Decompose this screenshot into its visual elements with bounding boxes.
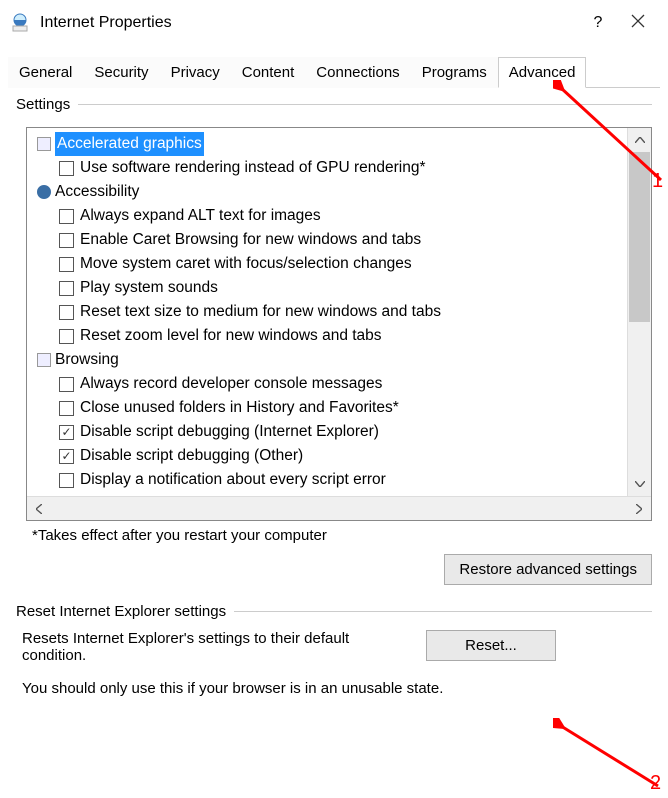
category-icon xyxy=(37,185,51,199)
checkbox[interactable] xyxy=(59,329,74,344)
reset-description: Resets Internet Explorer's settings to t… xyxy=(22,630,412,664)
restore-advanced-button[interactable]: Restore advanced settings xyxy=(444,554,652,585)
checkbox[interactable] xyxy=(59,209,74,224)
category-icon xyxy=(37,353,51,367)
tree-item-label: Always record developer console messages xyxy=(80,372,382,396)
category-label: Accelerated graphics xyxy=(55,132,204,156)
scroll-down-icon[interactable] xyxy=(628,472,652,496)
tab-content[interactable]: Content xyxy=(231,57,306,88)
tree-item[interactable]: Play system sounds xyxy=(33,276,627,300)
tree-item[interactable]: Use software rendering instead of GPU re… xyxy=(33,156,627,180)
tree-item[interactable]: Move system caret with focus/selection c… xyxy=(33,252,627,276)
scroll-right-icon[interactable] xyxy=(627,497,651,521)
tree-item-label: Always expand ALT text for images xyxy=(80,204,321,228)
checkbox[interactable] xyxy=(59,281,74,296)
reset-group: Reset Internet Explorer settings Resets … xyxy=(16,603,652,697)
tree-item[interactable]: Reset zoom level for new windows and tab… xyxy=(33,324,627,348)
annotation-number-2: 2 xyxy=(650,772,661,795)
divider xyxy=(78,104,652,105)
tree-item[interactable]: Close unused folders in History and Favo… xyxy=(33,396,627,420)
tree-item-label: Disable script debugging (Other) xyxy=(80,444,303,468)
tab-privacy[interactable]: Privacy xyxy=(160,57,231,88)
scroll-track[interactable] xyxy=(628,152,651,472)
checkbox[interactable] xyxy=(59,257,74,272)
tab-advanced[interactable]: Advanced xyxy=(498,57,587,88)
tree-item-label: Reset zoom level for new windows and tab… xyxy=(80,324,382,348)
reset-button[interactable]: Reset... xyxy=(426,630,556,661)
tree-item-label: Enable Caret Browsing for new windows an… xyxy=(80,228,421,252)
checkbox[interactable] xyxy=(59,473,74,488)
category-label: Accessibility xyxy=(55,180,139,204)
settings-tree-content[interactable]: Accelerated graphics Use software render… xyxy=(27,128,627,496)
tab-connections[interactable]: Connections xyxy=(305,57,410,88)
help-button[interactable]: ? xyxy=(578,14,618,32)
tree-item-label: Close unused folders in History and Favo… xyxy=(80,396,399,420)
tree-item[interactable]: Reset text size to medium for new window… xyxy=(33,300,627,324)
checkbox[interactable] xyxy=(59,425,74,440)
settings-group: Settings Accelerated graphics Use softwa… xyxy=(16,96,652,585)
tree-item-label: Disable script debugging (Internet Explo… xyxy=(80,420,379,444)
tree-item-label: Reset text size to medium for new window… xyxy=(80,300,441,324)
horizontal-scrollbar[interactable] xyxy=(27,496,651,520)
scroll-thumb[interactable] xyxy=(629,152,650,322)
tab-security[interactable]: Security xyxy=(83,57,159,88)
checkbox[interactable] xyxy=(59,401,74,416)
checkbox[interactable] xyxy=(59,449,74,464)
tab-programs[interactable]: Programs xyxy=(411,57,498,88)
tree-item[interactable]: Disable script debugging (Internet Explo… xyxy=(33,420,627,444)
tab-strip: General Security Privacy Content Connect… xyxy=(8,56,660,88)
tree-category[interactable]: Accessibility xyxy=(33,180,627,204)
settings-label: Settings xyxy=(16,96,70,113)
tree-item[interactable]: Disable script debugging (Other) xyxy=(33,444,627,468)
app-icon xyxy=(10,13,30,33)
close-button[interactable] xyxy=(618,14,658,33)
category-icon xyxy=(37,137,51,151)
tree-category[interactable]: Accelerated graphics xyxy=(33,132,627,156)
window-title: Internet Properties xyxy=(40,14,578,32)
tree-item-label: Play system sounds xyxy=(80,276,218,300)
tree-category[interactable]: Browsing xyxy=(33,348,627,372)
tree-item-label: Move system caret with focus/selection c… xyxy=(80,252,412,276)
category-label: Browsing xyxy=(55,348,119,372)
checkbox[interactable] xyxy=(59,233,74,248)
scroll-up-icon[interactable] xyxy=(628,128,652,152)
tree-item-label: Display a notification about every scrip… xyxy=(80,468,386,492)
reset-group-label: Reset Internet Explorer settings xyxy=(16,603,226,620)
tree-item[interactable]: Display a notification about every scrip… xyxy=(33,468,627,492)
tab-general[interactable]: General xyxy=(8,57,83,88)
settings-tree: Accelerated graphics Use software render… xyxy=(26,127,652,521)
scroll-left-icon[interactable] xyxy=(27,497,51,521)
tree-item[interactable]: Always expand ALT text for images xyxy=(33,204,627,228)
checkbox[interactable] xyxy=(59,305,74,320)
tree-item-label: Use software rendering instead of GPU re… xyxy=(80,156,426,180)
tree-item[interactable]: Enable Caret Browsing for new windows an… xyxy=(33,228,627,252)
checkbox[interactable] xyxy=(59,161,74,176)
divider xyxy=(234,611,652,612)
tree-item[interactable]: Always record developer console messages xyxy=(33,372,627,396)
scroll-track-h[interactable] xyxy=(51,497,627,520)
vertical-scrollbar[interactable] xyxy=(627,128,651,496)
annotation-number-1: 1 xyxy=(652,170,663,193)
restart-footnote: *Takes effect after you restart your com… xyxy=(32,527,652,544)
checkbox[interactable] xyxy=(59,377,74,392)
title-bar: Internet Properties ? xyxy=(0,0,668,46)
reset-warning: You should only use this if your browser… xyxy=(22,680,652,697)
